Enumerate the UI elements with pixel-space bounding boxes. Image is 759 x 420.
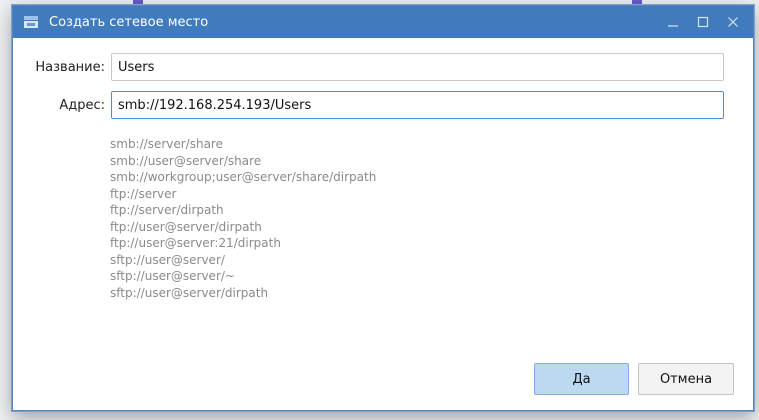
name-label: Название: — [35, 59, 105, 75]
address-example: ftp://server — [110, 186, 177, 201]
address-example: smb://workgroup;user@server/share/dirpat… — [110, 170, 377, 184]
address-field[interactable] — [111, 91, 724, 119]
address-example: sftp://user@server/dirpath — [110, 285, 269, 300]
address-example: ftp://user@server:21/dirpath — [110, 236, 281, 250]
maximize-icon[interactable] — [695, 14, 711, 30]
ok-button[interactable]: Да — [534, 363, 629, 395]
dialog-title: Создать сетевое место — [49, 14, 209, 30]
network-folder-icon — [23, 14, 39, 30]
title-bar[interactable]: Создать сетевое место — [13, 6, 753, 38]
cancel-button[interactable]: Отмена — [638, 363, 734, 395]
address-example: sftp://user@server/~ — [110, 269, 235, 283]
address-label: Адрес: — [59, 97, 105, 113]
address-example: smb://server/share — [110, 137, 223, 151]
address-example: ftp://user@server/dirpath — [110, 219, 262, 234]
minimize-icon[interactable] — [665, 14, 681, 30]
address-example: sftp://user@server/ — [110, 252, 225, 267]
close-icon[interactable] — [725, 14, 741, 30]
address-example: smb://user@server/share — [110, 153, 262, 168]
address-examples-list: smb://server/share smb://user@server/sha… — [110, 136, 376, 301]
address-example: ftp://server/dirpath — [110, 203, 224, 217]
create-network-place-dialog: Создать сетевое место Название: Адрес: s… — [12, 5, 754, 411]
name-field[interactable] — [111, 53, 724, 81]
